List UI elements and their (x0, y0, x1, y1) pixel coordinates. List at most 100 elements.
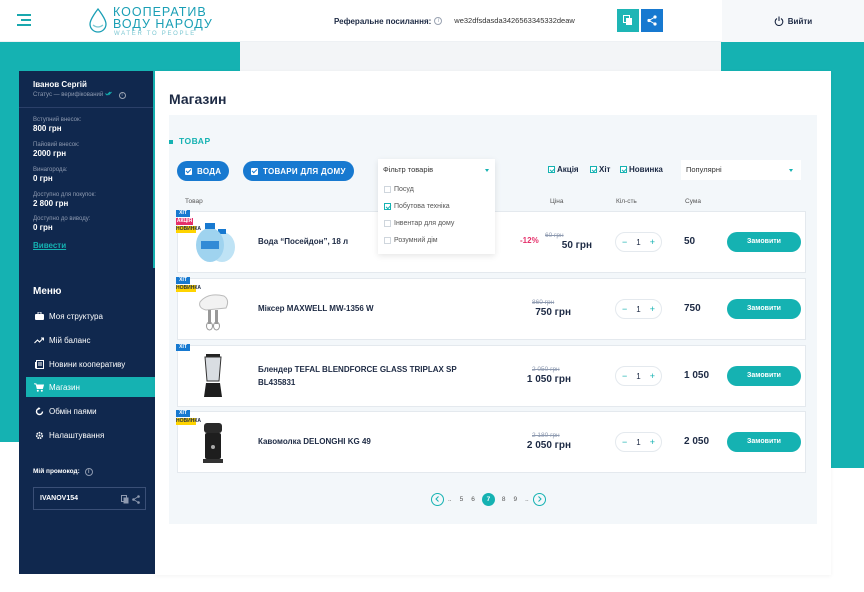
tag-label: Акція (557, 165, 579, 174)
logout-button[interactable]: Вийти (774, 16, 812, 26)
product-price: 50 грн (561, 240, 592, 251)
tag-label: Хіт (599, 165, 611, 174)
prev-page-button[interactable] (431, 492, 444, 506)
copy-referral-button[interactable] (617, 9, 639, 32)
hamburger-menu-icon[interactable] (17, 14, 31, 26)
filter-placeholder: Фільтр товарів (383, 165, 434, 174)
checkbox-icon (548, 166, 555, 173)
tag-hit-checkbox[interactable]: Хіт (590, 165, 610, 174)
tag-sale-checkbox[interactable]: Акція (548, 165, 579, 174)
menu-item-exchange[interactable]: Обмін паями (26, 401, 155, 421)
chevron-right-icon (537, 496, 542, 502)
minus-button[interactable]: − (622, 237, 627, 247)
product-badges: ХІТ АКЦІЯ НОВИНКА (176, 210, 201, 234)
filter-select[interactable]: Фільтр товарів (378, 159, 495, 181)
quantity-value[interactable]: 1 (636, 238, 640, 247)
promo-label: Мій промокод: i (33, 468, 93, 476)
menu-item-shop[interactable]: Магазин (26, 377, 155, 397)
plus-button[interactable]: + (650, 437, 655, 447)
share-referral-button[interactable] (641, 9, 663, 32)
plus-button[interactable]: + (650, 304, 655, 314)
minus-button[interactable]: − (622, 437, 627, 447)
quantity-stepper: −1 + (615, 299, 662, 319)
filter-dropdown: Фільтр товарів Посуд Побутова техніка Ін… (378, 159, 495, 254)
promo-info-icon[interactable]: i (84, 468, 93, 476)
filter-option-label: Інвентар для дому (394, 220, 455, 227)
checkbox-icon (384, 237, 391, 244)
quantity-value[interactable]: 1 (636, 438, 640, 447)
sort-select[interactable]: Популярні (681, 160, 801, 180)
power-icon (774, 16, 784, 26)
category-home-goods-button[interactable]: ТОВАРИ ДЛЯ ДОМУ (243, 161, 354, 181)
product-badges: ХІТ (176, 344, 190, 352)
stat-value: 800 грн (33, 124, 62, 133)
order-button[interactable]: Замовити (727, 299, 801, 319)
menu-item-balance[interactable]: Мій баланс (26, 330, 155, 350)
minus-button[interactable]: − (622, 371, 627, 381)
product-name[interactable]: Вода “Посейдон”, 18 л (258, 235, 348, 248)
blender-image (204, 354, 222, 397)
badge-new: НОВИНКА (176, 418, 201, 425)
referral-value[interactable]: we32dfsdasda3426563345332deaw (450, 10, 611, 32)
promo-code-field[interactable]: IVANOV154 (33, 487, 146, 510)
withdraw-link[interactable]: Вивести (33, 241, 66, 250)
page-ellipsis: .. (525, 495, 529, 503)
page-6[interactable]: 6 (471, 496, 475, 503)
page-7-current[interactable]: 7 (481, 492, 495, 506)
info-icon[interactable]: i (434, 17, 443, 25)
referral-label: Реферальне посилання: (334, 16, 432, 26)
status-info-icon[interactable]: i (118, 92, 126, 99)
share-icon[interactable] (132, 495, 140, 504)
sidebar: Іванов Сергій Статус — верифікований i В… (19, 71, 155, 574)
copy-icon[interactable] (121, 495, 129, 504)
stat-value: 0 грн (33, 223, 53, 232)
quantity-value[interactable]: 1 (636, 305, 640, 314)
order-button[interactable]: Замовити (727, 366, 801, 386)
order-button[interactable]: Замовити (727, 232, 801, 252)
plus-button[interactable]: + (650, 371, 655, 381)
filter-option[interactable]: Розумний дім (378, 232, 495, 249)
cart-icon (34, 382, 44, 392)
trend-icon (34, 335, 44, 345)
menu-item-settings[interactable]: Налаштування (26, 425, 155, 445)
filter-option-label: Розумний дім (394, 237, 438, 244)
tag-new-checkbox[interactable]: Новинка (620, 165, 663, 174)
news-icon (34, 359, 44, 369)
category-label: ТОВАРИ ДЛЯ ДОМУ (263, 166, 346, 176)
filter-option[interactable]: Посуд (378, 181, 495, 198)
checkbox-icon (620, 166, 627, 173)
user-name: Іванов Сергій (33, 80, 87, 89)
product-name[interactable]: Блендер TEFAL BLENDFORCE GLASS TRIPLAX S… (258, 363, 488, 389)
gear-icon (34, 430, 44, 440)
tag-label: Новинка (629, 165, 663, 174)
logo[interactable]: КООПЕРАТИВ ВОДУ НАРОДУ WATER TO PEOPLE (88, 4, 228, 38)
menu-item-structure[interactable]: Моя структура (26, 306, 155, 326)
quantity-value[interactable]: 1 (636, 372, 640, 381)
filter-option[interactable]: Інвентар для дому (378, 215, 495, 232)
product-name[interactable]: Міксер MAXWELL MW-1356 W (258, 302, 374, 315)
product-name[interactable]: Кавомолка DELONGHI KG 49 (258, 435, 371, 448)
menu-item-label: Моя структура (49, 311, 103, 321)
stat-available-purchases: Доступно для покупок: 2 800 грн (33, 192, 96, 208)
page-5[interactable]: 5 (460, 496, 464, 503)
column-header-qty: Кіл-сть (616, 198, 637, 205)
filter-option[interactable]: Побутова техніка (378, 198, 495, 215)
checkbox-icon (384, 220, 391, 227)
category-water-button[interactable]: ВОДА (177, 161, 230, 181)
plus-button[interactable]: + (650, 237, 655, 247)
minus-button[interactable]: − (622, 304, 627, 314)
stat-reward: Винагорода: 0 грн (33, 167, 67, 183)
product-old-price: 2 180 грн (532, 432, 560, 439)
product-sum: 2 050 (684, 436, 710, 447)
page-9[interactable]: 9 (514, 496, 518, 503)
menu-item-news[interactable]: Новини кооперативу (26, 354, 155, 374)
section-title-text: ТОВАР (179, 136, 211, 146)
column-header-product: Товар (185, 198, 203, 205)
next-page-button[interactable] (532, 492, 546, 506)
order-button[interactable]: Замовити (727, 432, 801, 452)
logout-area: Вийти (722, 0, 864, 42)
menu-title: Меню (33, 286, 62, 297)
product-old-price: 2 050 грн (532, 366, 560, 373)
page-8[interactable]: 8 (502, 496, 506, 503)
product-sum: 1 050 (684, 370, 710, 381)
